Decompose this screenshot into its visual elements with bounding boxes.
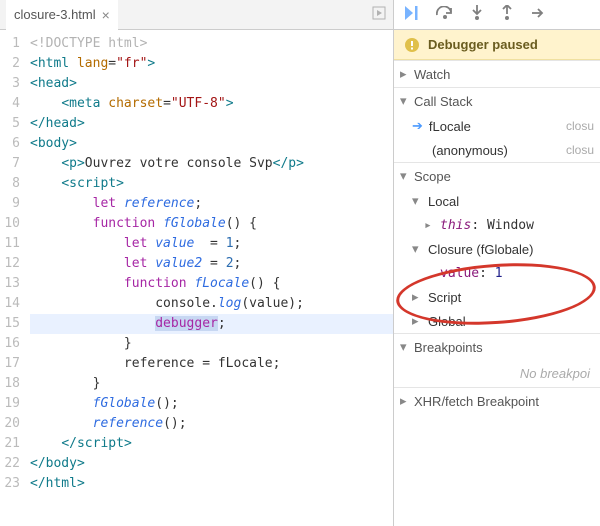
- close-icon[interactable]: ×: [102, 8, 110, 22]
- code-line[interactable]: fGlobale();: [30, 394, 393, 414]
- chevron-down-icon: ▾: [400, 168, 410, 184]
- section-scope[interactable]: ▾ Scope: [394, 163, 600, 189]
- chevron-right-icon: ▸: [412, 313, 422, 329]
- code-line[interactable]: </body>: [30, 454, 393, 474]
- code-line[interactable]: let value = 1;: [30, 234, 393, 254]
- code-body[interactable]: <!DOCTYPE html><html lang="fr"><head> <m…: [26, 30, 393, 526]
- code-line[interactable]: function fGlobale() {: [30, 214, 393, 234]
- section-call-stack[interactable]: ▾ Call Stack: [394, 88, 600, 114]
- code-line[interactable]: <meta charset="UTF-8">: [30, 94, 393, 114]
- code-line[interactable]: let value2 = 2;: [30, 254, 393, 274]
- no-breakpoints-label: No breakpoi: [394, 360, 600, 387]
- line-gutter: 1234567891011121314151617181920212223: [0, 30, 26, 526]
- code-line[interactable]: <head>: [30, 74, 393, 94]
- code-line[interactable]: <html lang="fr">: [30, 54, 393, 74]
- code-line[interactable]: }: [30, 374, 393, 394]
- code-line[interactable]: <p>Ouvrez votre console Svp</p>: [30, 154, 393, 174]
- code-line[interactable]: console.log(value);: [30, 294, 393, 314]
- section-breakpoints[interactable]: ▾ Breakpoints: [394, 334, 600, 360]
- scope-closure[interactable]: ▾ Closure (fGlobale): [394, 237, 600, 261]
- tab-filename: closure-3.html: [14, 7, 96, 22]
- section-xhr-breakpoints[interactable]: ▸ XHR/fetch Breakpoint: [394, 388, 600, 414]
- code-line[interactable]: debugger;: [30, 314, 393, 334]
- code-line[interactable]: </script>: [30, 434, 393, 454]
- scope-local-this[interactable]: ▸ this: Window: [394, 213, 600, 237]
- step-icon[interactable]: [530, 6, 544, 23]
- code-line[interactable]: <body>: [30, 134, 393, 154]
- code-line[interactable]: </head>: [30, 114, 393, 134]
- callstack-frame[interactable]: ➔fLocaleclosu: [394, 114, 600, 138]
- code-line[interactable]: function fLocale() {: [30, 274, 393, 294]
- code-line[interactable]: }: [30, 334, 393, 354]
- format-icon[interactable]: [371, 5, 387, 25]
- chevron-down-icon: ▾: [400, 339, 410, 355]
- debugger-sidebar: Debugger paused ▸ Watch ▾ Call Stack ➔fL…: [394, 0, 600, 526]
- code-line[interactable]: <script>: [30, 174, 393, 194]
- step-over-icon[interactable]: [436, 6, 454, 23]
- chevron-right-icon: ▸: [400, 66, 410, 82]
- resume-icon[interactable]: [404, 6, 420, 23]
- step-out-icon[interactable]: [500, 5, 514, 24]
- code-line[interactable]: <!DOCTYPE html>: [30, 34, 393, 54]
- scope-closure-value[interactable]: value: 1: [394, 261, 600, 285]
- info-icon: [404, 37, 420, 53]
- chevron-right-icon: ▸: [412, 289, 422, 305]
- code-area[interactable]: 1234567891011121314151617181920212223 <!…: [0, 30, 393, 526]
- chevron-right-icon: ▸: [424, 218, 434, 233]
- chevron-right-icon: ▸: [400, 393, 410, 409]
- editor-tab-bar: closure-3.html ×: [0, 0, 393, 30]
- scope-script[interactable]: ▸ Script: [394, 285, 600, 309]
- section-watch[interactable]: ▸ Watch: [394, 61, 600, 87]
- debugger-paused-banner: Debugger paused: [394, 30, 600, 60]
- chevron-down-icon: ▾: [412, 241, 422, 257]
- code-line[interactable]: </html>: [30, 474, 393, 494]
- scope-local[interactable]: ▾ Local: [394, 189, 600, 213]
- step-into-icon[interactable]: [470, 5, 484, 24]
- chevron-down-icon: ▾: [412, 193, 422, 209]
- code-line[interactable]: reference();: [30, 414, 393, 434]
- debug-toolbar: [394, 0, 600, 30]
- current-frame-icon: ➔: [412, 118, 423, 134]
- paused-label: Debugger paused: [428, 37, 538, 52]
- scope-global[interactable]: ▸ Global: [394, 309, 600, 333]
- tab-file[interactable]: closure-3.html ×: [6, 0, 118, 30]
- callstack-frame[interactable]: (anonymous)closu: [394, 138, 600, 162]
- code-line[interactable]: let reference;: [30, 194, 393, 214]
- chevron-down-icon: ▾: [400, 93, 410, 109]
- code-line[interactable]: reference = fLocale;: [30, 354, 393, 374]
- editor-pane: closure-3.html × 12345678910111213141516…: [0, 0, 394, 526]
